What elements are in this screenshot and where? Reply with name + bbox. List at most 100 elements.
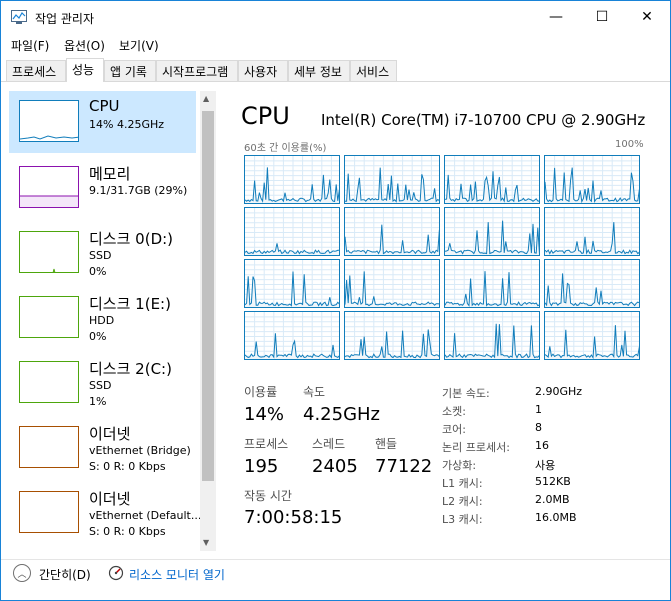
menu-view[interactable]: 보기(V) xyxy=(119,37,159,54)
threads-value: 2405 xyxy=(312,456,358,477)
speed-value: 4.25GHz xyxy=(303,404,381,425)
speed-label: 속도 xyxy=(303,385,326,399)
logical-processor-graph xyxy=(444,207,540,256)
sidebar-item-disk-2[interactable]: 디스크 2(C:) SSD 1% xyxy=(9,352,196,414)
disk-2-thumbnail-graph xyxy=(19,361,79,403)
l1-cache-label: L1 캐시: xyxy=(442,477,483,490)
scroll-down-icon[interactable]: ▼ xyxy=(203,538,209,547)
task-manager-app-icon xyxy=(11,10,27,24)
sidebar-item-memory[interactable]: 메모리 9.1/31.7GB (29%) xyxy=(9,157,196,219)
sidebar-item-usage: 0% xyxy=(89,265,107,278)
scrollbar-thumb[interactable] xyxy=(202,111,214,481)
handles-label: 핸들 xyxy=(375,437,398,451)
logical-processor-graph xyxy=(244,259,340,308)
task-manager-window: 작업 관리자 — ☐ ✕ 파일(F) 옵션(O) 보기(V) 프로세스 성능 앱… xyxy=(0,0,671,601)
tab-processes[interactable]: 프로세스 xyxy=(6,60,66,81)
logical-processor-graph xyxy=(244,311,340,360)
base-speed-value: 2.90GHz xyxy=(535,385,583,398)
sidebar-item-label: 메모리 xyxy=(89,165,131,183)
chevron-up-icon[interactable]: ︿ xyxy=(13,564,31,582)
logical-processor-graph xyxy=(544,155,640,204)
disk-1-thumbnail-graph xyxy=(19,296,79,338)
cpu-model-name: Intel(R) Core(TM) i7-10700 CPU @ 2.90GHz xyxy=(321,111,646,129)
scroll-up-icon[interactable]: ▲ xyxy=(203,94,209,103)
ethernet-bridge-thumbnail-graph xyxy=(19,426,79,468)
logical-processor-graph xyxy=(244,155,340,204)
sidebar-item-disk-0[interactable]: 디스크 0(D:) SSD 0% xyxy=(9,222,196,284)
sidebar-item-ethernet-bridge[interactable]: 이더넷 vEthernet (Bridge) S: 0 R: 0 Kbps xyxy=(9,417,196,479)
logical-processors-value: 16 xyxy=(535,439,549,452)
base-speed-label: 기본 속도: xyxy=(442,387,490,400)
tab-app-history[interactable]: 앱 기록 xyxy=(104,60,156,81)
tab-services[interactable]: 서비스 xyxy=(350,60,397,81)
tab-details[interactable]: 세부 정보 xyxy=(288,60,350,81)
processes-label: 프로세스 xyxy=(244,437,289,451)
open-resource-monitor-link[interactable]: 리소스 모니터 열기 xyxy=(129,566,225,583)
sidebar-item-label: 이더넷 xyxy=(89,490,131,508)
l2-cache-value: 2.0MB xyxy=(535,493,570,506)
cpu-thumbnail-graph xyxy=(19,100,79,142)
menu-options[interactable]: 옵션(O) xyxy=(64,37,105,54)
utilization-value: 14% xyxy=(244,404,285,425)
handles-value: 77122 xyxy=(375,456,433,477)
panel-title: CPU xyxy=(241,102,290,130)
logical-processor-graph xyxy=(544,207,640,256)
uptime-label: 작동 시간 xyxy=(244,489,292,503)
resource-monitor-icon xyxy=(108,565,124,581)
sidebar-item-cpu[interactable]: CPU 14% 4.25GHz xyxy=(9,91,196,153)
sidebar-item-usage: 1% xyxy=(89,395,107,408)
sidebar-item-ethernet-default[interactable]: 이더넷 vEthernet (Default... S: 0 R: 0 Kbps xyxy=(9,482,201,544)
cores-value: 8 xyxy=(535,421,542,434)
memory-thumbnail-graph xyxy=(19,166,79,208)
virtualization-value: 사용 xyxy=(535,459,556,472)
l3-cache-value: 16.0MB xyxy=(535,511,577,524)
fewer-details-button[interactable]: 간단히(D) xyxy=(39,566,91,583)
sidebar-item-label: 디스크 2(C:) xyxy=(89,360,172,378)
minimize-button[interactable]: — xyxy=(533,1,579,33)
logical-processor-graph xyxy=(544,259,640,308)
logical-processors-label: 논리 프로세서: xyxy=(442,441,510,454)
utilization-label: 이용률 xyxy=(244,385,278,399)
logical-processor-graph xyxy=(544,311,640,360)
sidebar-item-detail: SSD xyxy=(89,379,112,392)
tab-bar: 프로세스 성능 앱 기록 시작프로그램 사용자 세부 정보 서비스 xyxy=(1,58,670,82)
uptime-value: 7:00:58:15 xyxy=(244,507,343,528)
tab-performance[interactable]: 성능 xyxy=(66,58,104,82)
logical-processor-graphs xyxy=(244,155,644,360)
maximize-button[interactable]: ☐ xyxy=(579,1,625,33)
tab-startup[interactable]: 시작프로그램 xyxy=(156,60,238,81)
sidebar-item-detail: 9.1/31.7GB (29%) xyxy=(89,184,188,197)
sidebar-item-detail: SSD xyxy=(89,249,112,262)
sockets-label: 소켓: xyxy=(442,405,466,418)
sidebar-item-detail: vEthernet (Bridge) xyxy=(89,444,191,457)
logical-processor-graph xyxy=(344,207,440,256)
menu-file[interactable]: 파일(F) xyxy=(11,37,49,54)
sidebar-item-label: 이더넷 xyxy=(89,425,131,443)
l3-cache-label: L3 캐시: xyxy=(442,513,483,526)
sidebar-scrollbar[interactable]: ▲ ▼ xyxy=(200,91,216,551)
maximize-icon: ☐ xyxy=(595,9,609,25)
sidebar-item-label: 디스크 1(E:) xyxy=(89,295,171,313)
logical-processor-graph xyxy=(244,207,340,256)
logical-processor-graph xyxy=(444,311,540,360)
tab-users[interactable]: 사용자 xyxy=(238,60,288,81)
logical-processor-graph xyxy=(444,155,540,204)
logical-processor-graph xyxy=(344,155,440,204)
close-button[interactable]: ✕ xyxy=(624,1,670,33)
footer-bar: ︿ 간단히(D) 리소스 모니터 열기 xyxy=(1,559,670,599)
l1-cache-value: 512KB xyxy=(535,475,571,488)
ethernet-default-thumbnail-graph xyxy=(19,491,79,533)
cores-label: 코어: xyxy=(442,423,466,436)
logical-processor-graph xyxy=(344,311,440,360)
disk-0-thumbnail-graph xyxy=(19,231,79,273)
logical-processor-graph xyxy=(444,259,540,308)
sidebar-item-disk-1[interactable]: 디스크 1(E:) HDD 0% xyxy=(9,287,196,349)
title-bar: 작업 관리자 — ☐ ✕ xyxy=(1,1,670,33)
resource-sidebar: CPU 14% 4.25GHz 메모리 9.1/31.7GB (29%) 디스크… xyxy=(9,91,216,551)
sidebar-item-label: CPU xyxy=(89,97,120,115)
sidebar-item-label: 디스크 0(D:) xyxy=(89,230,174,248)
virtualization-label: 가상화: xyxy=(442,459,477,472)
processes-value: 195 xyxy=(244,456,279,477)
sidebar-item-detail: vEthernet (Default... xyxy=(89,509,202,522)
sidebar-item-throughput: S: 0 R: 0 Kbps xyxy=(89,460,166,473)
